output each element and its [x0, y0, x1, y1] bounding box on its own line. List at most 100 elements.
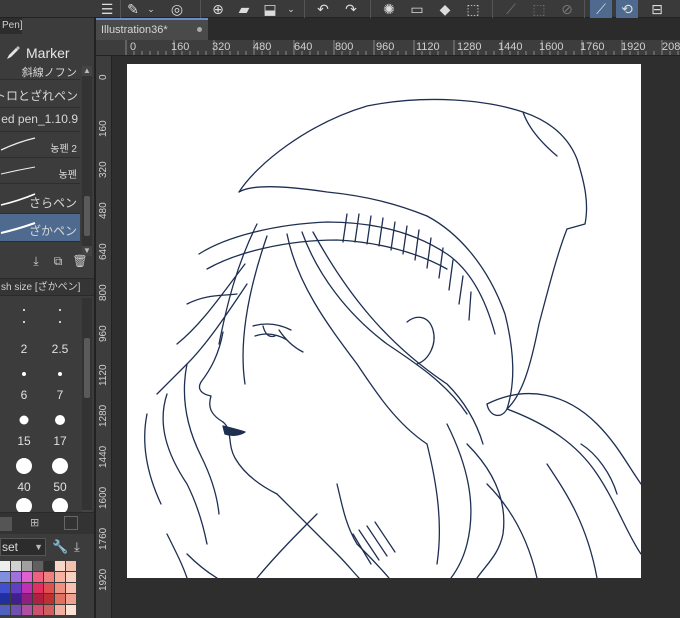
- brush-item[interactable]: 斜線ノフン: [0, 66, 80, 80]
- size-cell[interactable]: 40: [6, 452, 42, 498]
- color-swatch[interactable]: [0, 594, 10, 604]
- color-swatch[interactable]: [44, 583, 54, 593]
- snap-ruler-icon[interactable]: ⟋: [590, 0, 612, 18]
- color-swatch[interactable]: [55, 605, 65, 615]
- brush-item[interactable]: ed pen_1.10.9: [0, 108, 80, 132]
- color-swatch[interactable]: [55, 583, 65, 593]
- color-swatch[interactable]: [33, 572, 43, 582]
- size-dot: [58, 372, 62, 376]
- delete-brush-icon[interactable]: 🗑: [72, 253, 88, 269]
- ruler-label: 1120: [98, 364, 109, 386]
- color-swatch[interactable]: [0, 583, 10, 593]
- size-cell[interactable]: 2: [6, 314, 42, 360]
- redo-icon[interactable]: ↷: [340, 0, 362, 18]
- color-swatch[interactable]: [33, 605, 43, 615]
- sub-tool-tab[interactable]: Pen]: [0, 18, 23, 34]
- panel-tab-icon[interactable]: [0, 517, 12, 531]
- sub-tool-group-header[interactable]: Marker: [0, 40, 94, 66]
- size-cell[interactable]: 6: [6, 360, 42, 406]
- color-swatch[interactable]: [0, 605, 10, 615]
- brush-name: 농펜 2: [50, 144, 77, 155]
- ruler-label: 1600: [98, 486, 109, 509]
- size-cell[interactable]: 7: [42, 360, 78, 406]
- color-swatch[interactable]: [33, 583, 43, 593]
- size-cell[interactable]: 50: [42, 452, 78, 498]
- wrench-icon[interactable]: 🔧: [52, 539, 68, 555]
- canvas-tab[interactable]: Illustration36*: [96, 18, 208, 40]
- brush-list-scrollbar[interactable]: ▲ ▼: [82, 66, 92, 256]
- brush-item[interactable]: 농펜 2: [0, 132, 80, 158]
- brush-name: さらペン: [28, 196, 77, 210]
- color-swatch[interactable]: [11, 561, 21, 571]
- edit-icon[interactable]: ✎: [124, 0, 142, 18]
- color-swatch[interactable]: [66, 572, 76, 582]
- brush-item-selected[interactable]: ざかペン: [0, 214, 80, 242]
- color-swatch[interactable]: [11, 583, 21, 593]
- panel-tab-icon[interactable]: [64, 516, 78, 530]
- brush-item[interactable]: 농펜: [0, 158, 80, 184]
- color-swatch[interactable]: [11, 605, 21, 615]
- open-folder-icon[interactable]: ▰: [234, 0, 254, 18]
- clear-icon[interactable]: ✺: [378, 0, 400, 18]
- ruler-label: 960: [98, 325, 109, 342]
- color-swatch[interactable]: [55, 561, 65, 571]
- new-file-icon[interactable]: ⊕: [208, 0, 228, 18]
- canvas-workspace[interactable]: [112, 56, 680, 618]
- color-swatch[interactable]: [0, 572, 10, 582]
- drawing-canvas[interactable]: [127, 64, 641, 578]
- transform-icon[interactable]: ⬚: [462, 0, 484, 18]
- size-cell[interactable]: 17: [42, 406, 78, 452]
- size-value: 6: [20, 388, 28, 402]
- color-swatch[interactable]: [22, 561, 32, 571]
- size-cell[interactable]: 2.5: [42, 314, 78, 360]
- color-swatch[interactable]: [22, 605, 32, 615]
- fill-icon[interactable]: ◆: [434, 0, 456, 18]
- scroll-up-icon[interactable]: ▲: [82, 66, 92, 76]
- color-swatch[interactable]: [11, 594, 21, 604]
- snap-grid-icon[interactable]: ⊟: [646, 0, 668, 18]
- color-swatch[interactable]: [66, 583, 76, 593]
- import-icon[interactable]: ⤓: [74, 539, 80, 555]
- size-cell[interactable]: 15: [6, 406, 42, 452]
- color-swatch[interactable]: [55, 572, 65, 582]
- save-dropdown-icon[interactable]: ⌄: [284, 0, 298, 18]
- duplicate-brush-icon[interactable]: ⧉: [50, 253, 66, 269]
- scroll-thumb[interactable]: [84, 338, 90, 398]
- save-icon[interactable]: ⬓: [260, 0, 280, 18]
- layer-tab-icon[interactable]: ⊞: [30, 516, 39, 529]
- menu-icon[interactable]: ☰: [96, 0, 118, 18]
- preset-select[interactable]: set ▼: [0, 538, 46, 556]
- scroll-thumb[interactable]: [84, 196, 90, 236]
- color-swatch[interactable]: [33, 561, 43, 571]
- color-swatch[interactable]: [11, 572, 21, 582]
- ruler-snap-icon[interactable]: ⊘: [556, 0, 578, 18]
- color-swatch[interactable]: [22, 572, 32, 582]
- ruler-label: 160: [98, 120, 109, 137]
- color-swatch[interactable]: [22, 594, 32, 604]
- brush-item[interactable]: さらペン: [0, 184, 80, 214]
- select-outline-icon[interactable]: ⬚: [528, 0, 550, 18]
- close-tab-icon[interactable]: [197, 27, 202, 32]
- color-swatch[interactable]: [66, 605, 76, 615]
- import-brush-icon[interactable]: ⤓: [28, 253, 44, 269]
- color-swatch[interactable]: [0, 561, 10, 571]
- ruler-label: 0: [98, 74, 109, 80]
- snap-special-icon[interactable]: ⟲: [616, 0, 638, 18]
- color-swatch[interactable]: [66, 561, 76, 571]
- color-swatch[interactable]: [55, 594, 65, 604]
- color-swatch[interactable]: [22, 583, 32, 593]
- color-swatch[interactable]: [44, 605, 54, 615]
- color-swatch[interactable]: [44, 594, 54, 604]
- color-swatch[interactable]: [44, 572, 54, 582]
- preset-row: set ▼ 🔧 ⤓: [0, 536, 94, 558]
- clear-outside-icon[interactable]: ▭: [406, 0, 428, 18]
- select-icon[interactable]: ⟋: [500, 0, 522, 18]
- brush-item[interactable]: ルトロとざれペン: [0, 80, 80, 108]
- clip-studio-icon[interactable]: ◎: [168, 0, 186, 18]
- undo-icon[interactable]: ↶: [312, 0, 334, 18]
- color-swatch[interactable]: [44, 561, 54, 571]
- dropdown-icon[interactable]: ⌄: [144, 0, 158, 18]
- brush-size-scrollbar[interactable]: ▼: [82, 298, 92, 528]
- color-swatch[interactable]: [33, 594, 43, 604]
- color-swatch[interactable]: [66, 594, 76, 604]
